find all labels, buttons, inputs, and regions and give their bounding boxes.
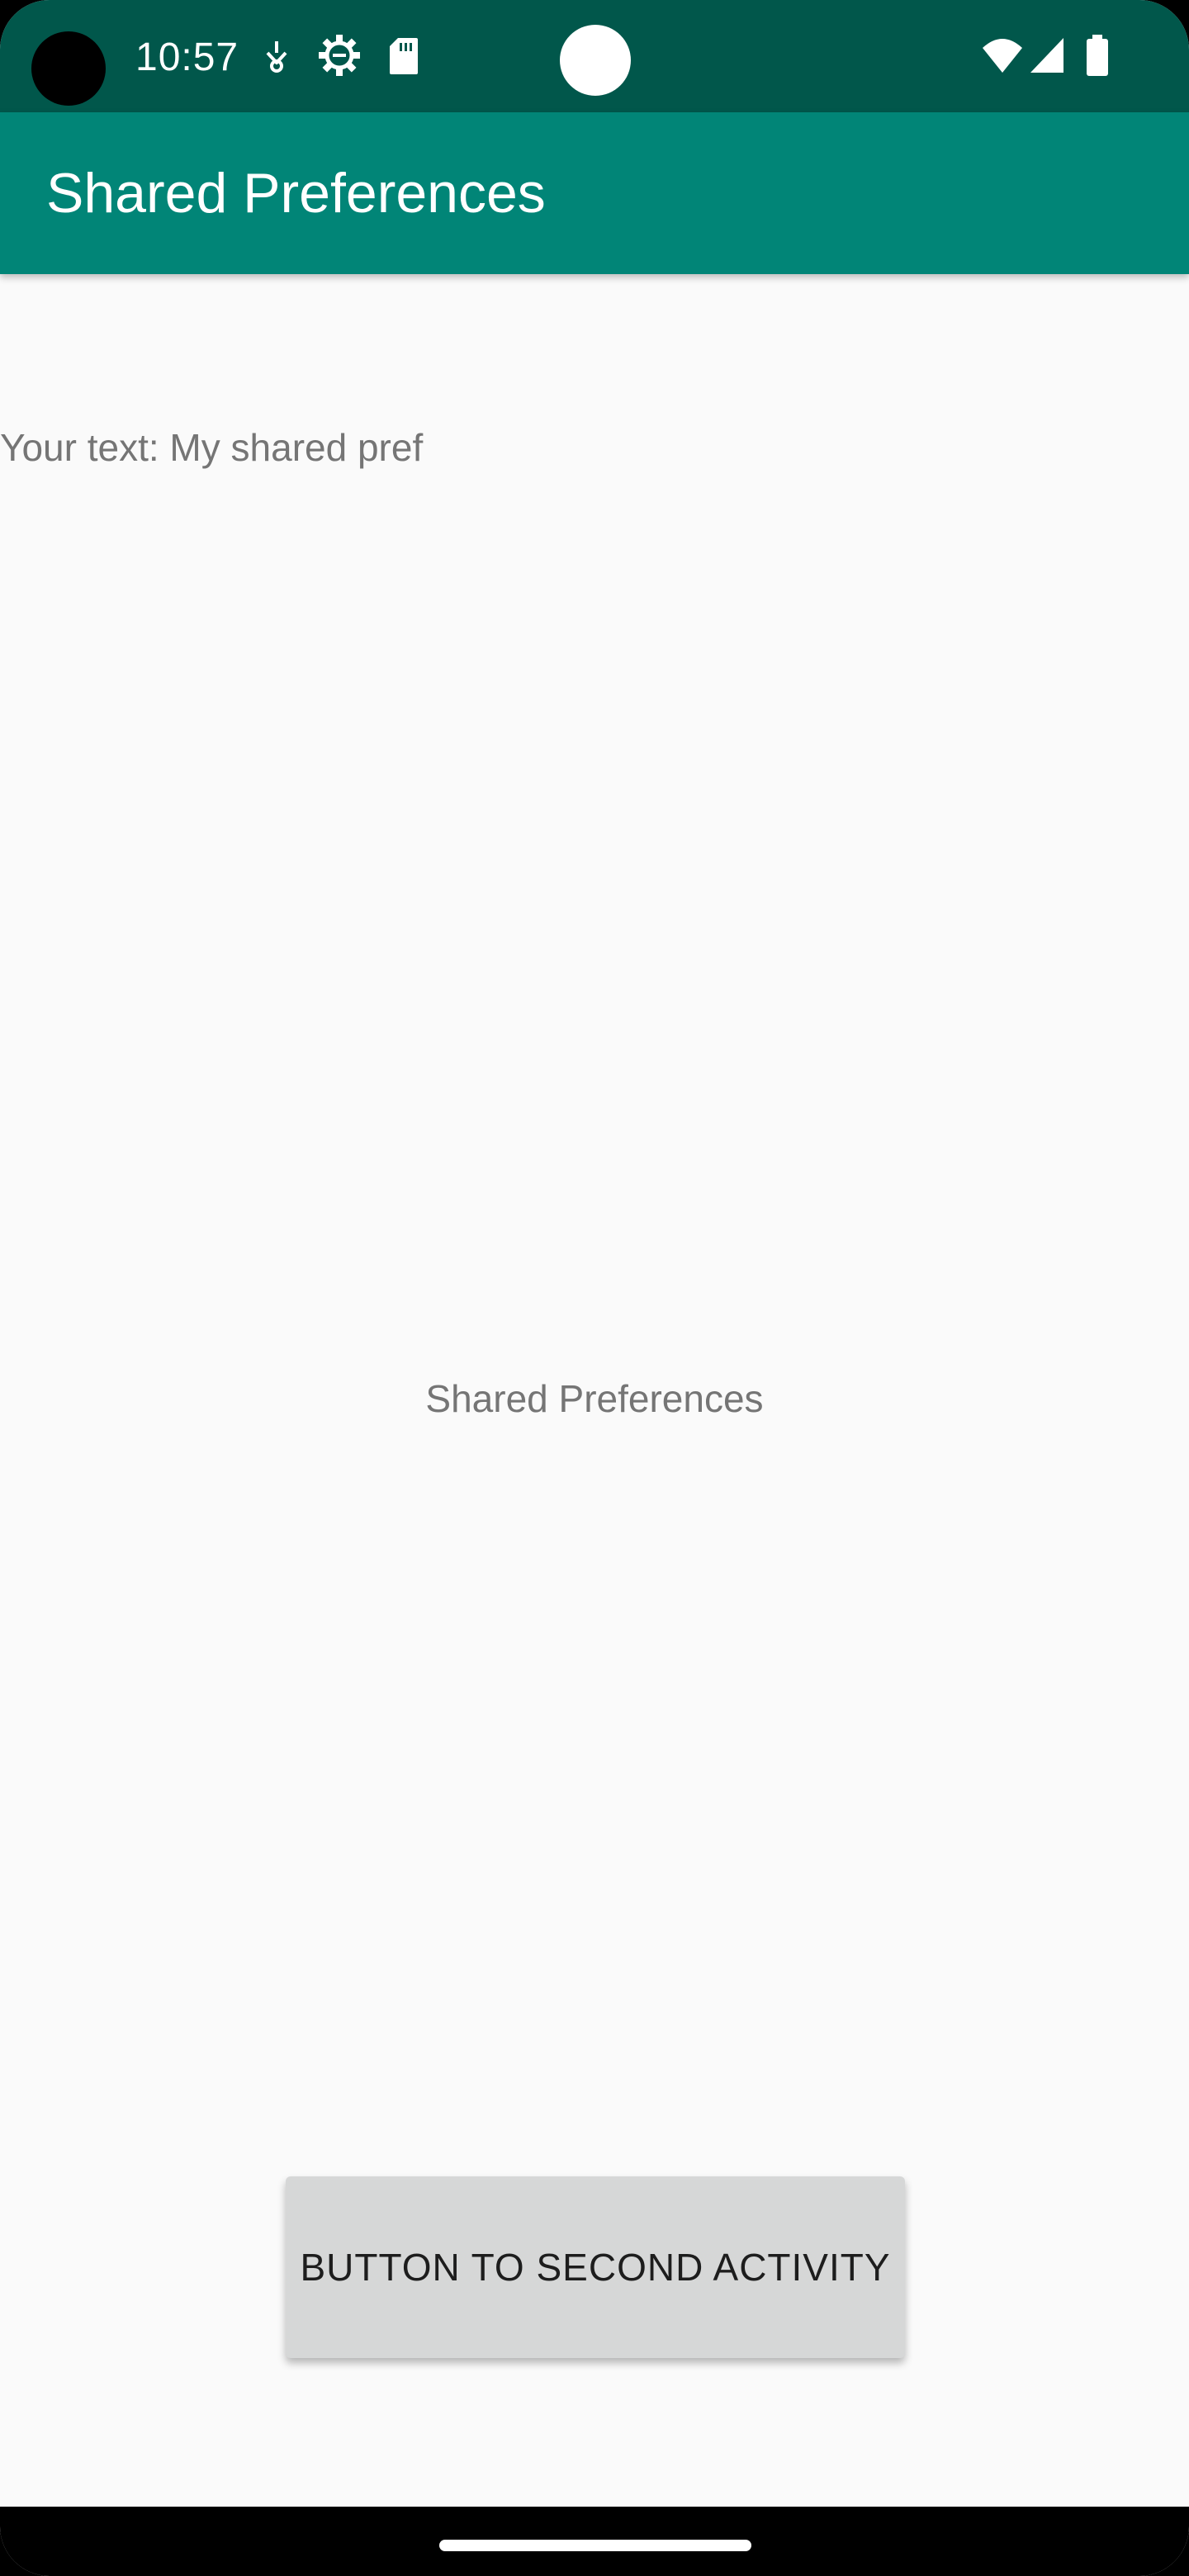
camera-indicator-dot [560, 25, 631, 96]
battery-icon [1087, 35, 1108, 76]
signal-icon [1030, 38, 1063, 73]
shared-preferences-label: Shared Preferences [425, 1377, 764, 1420]
phone-screen: 10:57 Shared Preferences Your text: My s… [0, 0, 1189, 2576]
status-time: 10:57 [135, 36, 239, 79]
your-text-label: Your text: My shared pref [0, 426, 424, 469]
wifi-icon [983, 39, 1022, 73]
app-title: Shared Preferences [46, 162, 546, 225]
home-indicator[interactable] [439, 2540, 751, 2551]
sd-card-icon [390, 38, 418, 74]
pin-icon [266, 41, 287, 73]
app-bar: Shared Preferences [0, 112, 1189, 274]
second-activity-button[interactable]: BUTTON TO SECOND ACTIVITY [286, 2176, 905, 2358]
navigation-bar [0, 2507, 1189, 2576]
status-bar: 10:57 [0, 0, 1189, 112]
camera-cutout [31, 31, 106, 106]
settings-gear-icon [319, 35, 360, 76]
